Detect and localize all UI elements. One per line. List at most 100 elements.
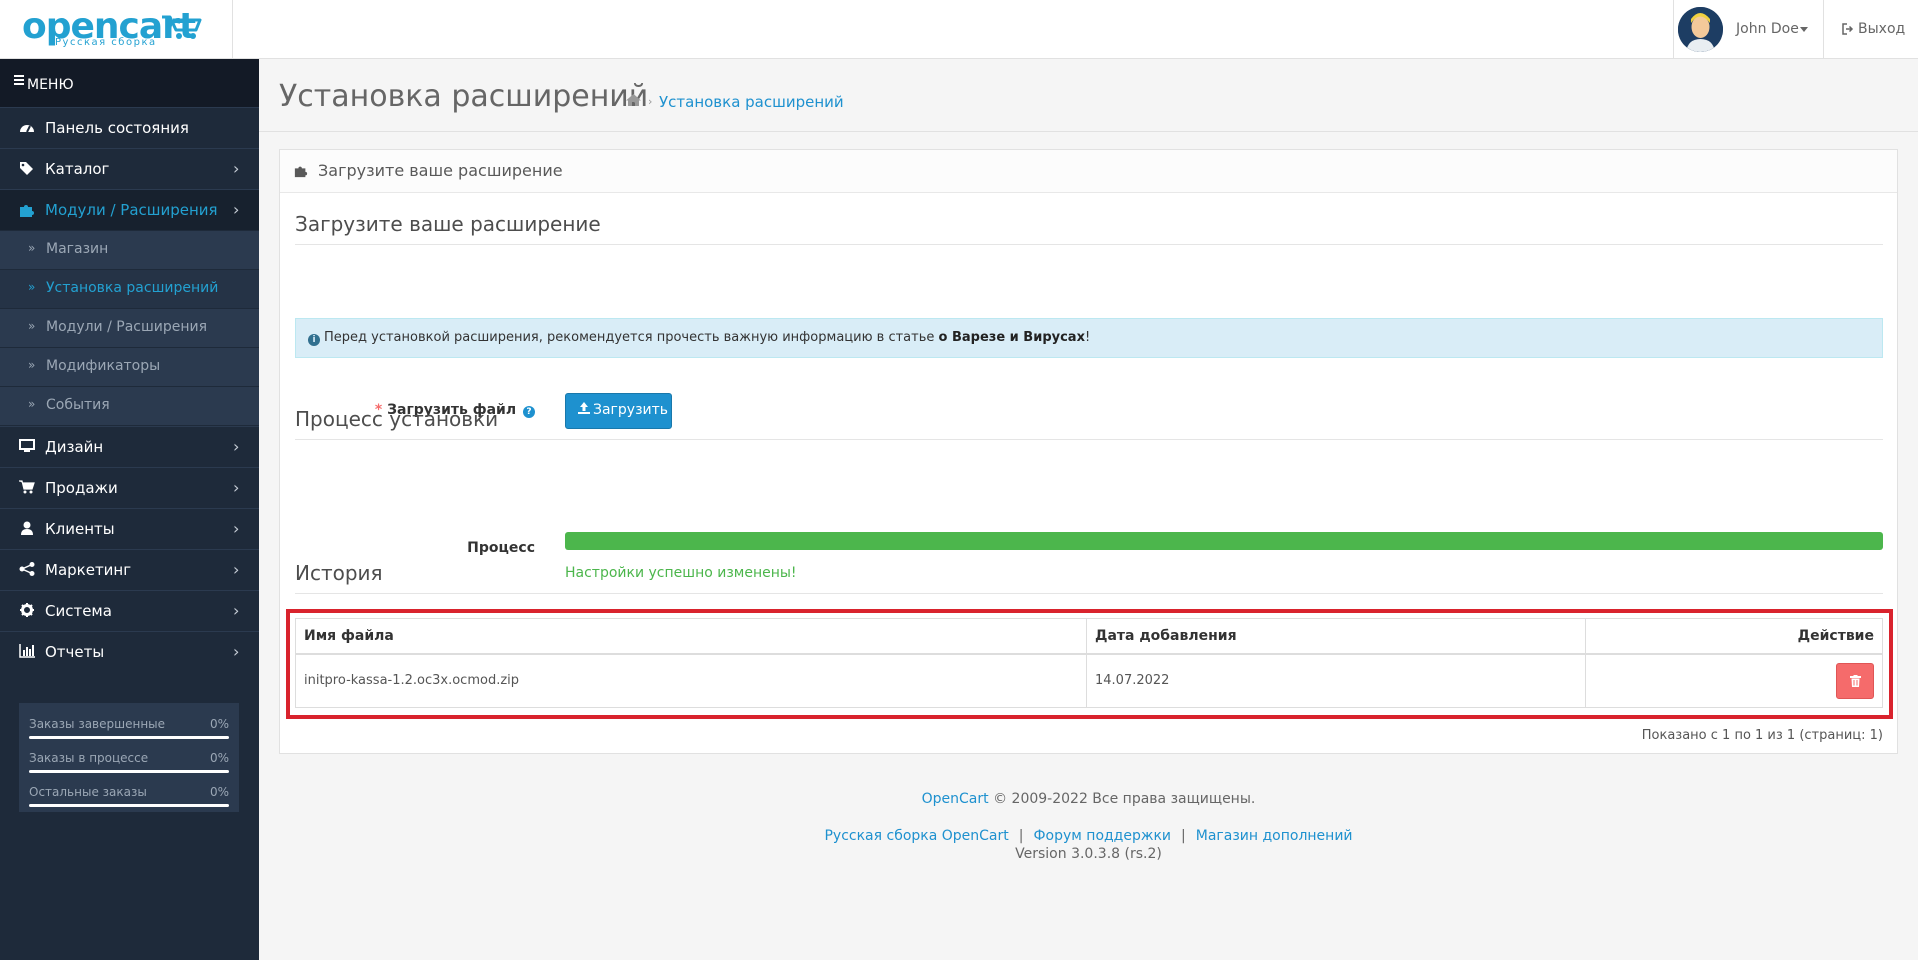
panel-heading: Загрузите ваше расширение: [280, 150, 1897, 193]
process-legend: Процесс установки: [295, 407, 1883, 440]
sidebar-item-system[interactable]: Система ›: [0, 590, 259, 631]
panel-title: Загрузите ваше расширение: [318, 161, 563, 180]
tags-icon: [18, 161, 36, 177]
sidebar-item-customers[interactable]: Клиенты ›: [0, 508, 259, 549]
sidebar-subitem-store[interactable]: » Магазин: [0, 230, 259, 269]
logo-subtitle: Русская сборка: [55, 37, 157, 48]
sidebar-subitem-modifications[interactable]: » Модификаторы: [0, 347, 259, 386]
caret-down-icon: [1800, 27, 1808, 32]
sidebar-item-label: Маркетинг: [45, 561, 132, 579]
sidebar-item-label: Система: [45, 602, 112, 620]
double-chevron-icon: »: [28, 280, 36, 294]
breadcrumb-separator: ›: [648, 95, 653, 108]
logo[interactable]: opencart Русская сборка: [0, 0, 233, 59]
chevron-right-icon: ›: [233, 159, 240, 178]
progress-bar: [565, 532, 1883, 550]
highlight-annotation-box: [286, 609, 1893, 719]
double-chevron-icon: »: [28, 241, 36, 255]
sidebar-subitem-modules[interactable]: » Модули / Расширения: [0, 308, 259, 347]
chevron-right-icon: ›: [233, 519, 240, 538]
sidebar-item-reports[interactable]: Отчеты ›: [0, 631, 259, 672]
stat-percent: 0%: [209, 751, 229, 765]
double-chevron-icon: »: [28, 319, 36, 333]
sidebar-item-label: Отчеты: [45, 643, 105, 661]
user-name: John Doe: [1736, 21, 1799, 37]
sidebar-item-label: Дизайн: [45, 438, 104, 456]
stat-percent: 0%: [209, 785, 229, 799]
stat-completed: Заказы завершенные 0%: [29, 717, 229, 739]
logout-label: Выход: [1858, 21, 1906, 37]
stat-progress-bar: [29, 770, 229, 773]
sidebar-item-extensions[interactable]: Модули / Расширения ›: [0, 189, 259, 230]
desktop-icon: [18, 439, 36, 455]
alert-text: Перед установкой расширения, рекомендует…: [324, 330, 935, 345]
sidebar-subitem-events[interactable]: » События: [0, 386, 259, 425]
chevron-right-icon: ›: [233, 437, 240, 456]
info-icon: i: [308, 334, 320, 346]
installer-panel: Загрузите ваше расширение Загрузите ваше…: [279, 149, 1898, 754]
puzzle-icon: [294, 166, 308, 178]
footer-link-marketplace[interactable]: Магазин дополнений: [1196, 828, 1353, 844]
chevron-right-icon: ›: [233, 642, 240, 661]
stat-label: Заказы завершенные: [29, 717, 166, 731]
sidebar-item-marketing[interactable]: Маркетинг ›: [0, 549, 259, 590]
sidebar-subitem-label: Магазин: [46, 241, 109, 257]
avatar: [1678, 7, 1723, 52]
home-icon[interactable]: [625, 93, 642, 107]
sidebar-subitem-label: Модификаторы: [46, 358, 161, 374]
process-label: Процесс: [467, 540, 535, 556]
sidebar-item-catalog[interactable]: Каталог ›: [0, 148, 259, 189]
page-title: Установка расширений: [279, 79, 649, 114]
cart-logo-icon: [162, 15, 202, 39]
bars-icon: [14, 75, 24, 87]
footer-brand-link[interactable]: OpenCart: [922, 791, 989, 807]
breadcrumb-link[interactable]: Установка расширений: [659, 93, 844, 111]
stat-label: Заказы в процессе: [29, 751, 149, 765]
sign-out-icon: [1842, 23, 1854, 35]
cog-icon: [18, 603, 36, 619]
alert-end: !: [1084, 330, 1091, 345]
stat-progress-bar: [29, 804, 229, 807]
info-alert: i Перед установкой расширения, рекомендуе…: [295, 318, 1883, 358]
sidebar-item-label: Каталог: [45, 160, 110, 178]
sidebar-item-label: Панель состояния: [45, 119, 189, 137]
order-stats: Заказы завершенные 0% Заказы в процессе …: [19, 703, 239, 812]
page-header: Установка расширений › Установка расшире…: [259, 59, 1918, 132]
sidebar-item-label: Продажи: [45, 479, 118, 497]
footer-copyright: OpenCart © 2009-2022 Все права защищены.: [259, 791, 1918, 807]
double-chevron-icon: »: [28, 358, 36, 372]
footer-link-rs[interactable]: Русская сборка OpenCart: [824, 828, 1008, 844]
stat-progress-bar: [29, 736, 229, 739]
bar-chart-icon: [18, 644, 36, 660]
sidebar: МЕНЮ Панель состояния Каталог › Модули /…: [0, 59, 259, 960]
sidebar-subitem-installer[interactable]: » Установка расширений: [0, 269, 259, 308]
upload-legend: Загрузите ваше расширение: [295, 212, 1883, 245]
sidebar-item-label: Модули / Расширения: [45, 201, 218, 219]
stat-percent: 0%: [209, 717, 229, 731]
stat-processing: Заказы в процессе 0%: [29, 751, 229, 773]
cart-icon: [18, 480, 36, 496]
user-icon: [18, 521, 36, 537]
sidebar-subitem-label: События: [46, 397, 110, 413]
menu-title: МЕНЮ: [0, 59, 259, 107]
sidebar-item-dashboard[interactable]: Панель состояния: [0, 107, 259, 148]
dashboard-icon: [18, 120, 36, 136]
sidebar-item-design[interactable]: Дизайн ›: [0, 426, 259, 467]
footer-link-forum[interactable]: Форум поддержки: [1033, 828, 1171, 844]
stat-other: Остальные заказы 0%: [29, 785, 229, 807]
alert-link[interactable]: о Варезе и Вирусах: [939, 330, 1085, 345]
stat-label: Остальные заказы: [29, 785, 147, 799]
sidebar-item-label: Клиенты: [45, 520, 115, 538]
logout-link[interactable]: Выход: [1823, 0, 1918, 59]
main-content: Установка расширений › Установка расшире…: [259, 59, 1918, 960]
user-dropdown[interactable]: John Doe: [1673, 0, 1823, 59]
footer-copyright-text: © 2009-2022 Все права защищены.: [993, 791, 1256, 807]
sidebar-item-sales[interactable]: Продажи ›: [0, 467, 259, 508]
footer-separator: |: [1181, 828, 1186, 844]
footer-links: Русская сборка OpenCart | Форум поддержки |…: [259, 828, 1918, 844]
footer-version: Version 3.0.3.8 (rs.2): [1015, 846, 1162, 862]
sidebar-subitem-label: Модули / Расширения: [46, 319, 208, 335]
pagination-text: Показано с 1 по 1 из 1 (страниц: 1): [1641, 728, 1883, 743]
footer-separator: |: [1018, 828, 1024, 844]
chevron-right-icon: ›: [233, 200, 240, 219]
